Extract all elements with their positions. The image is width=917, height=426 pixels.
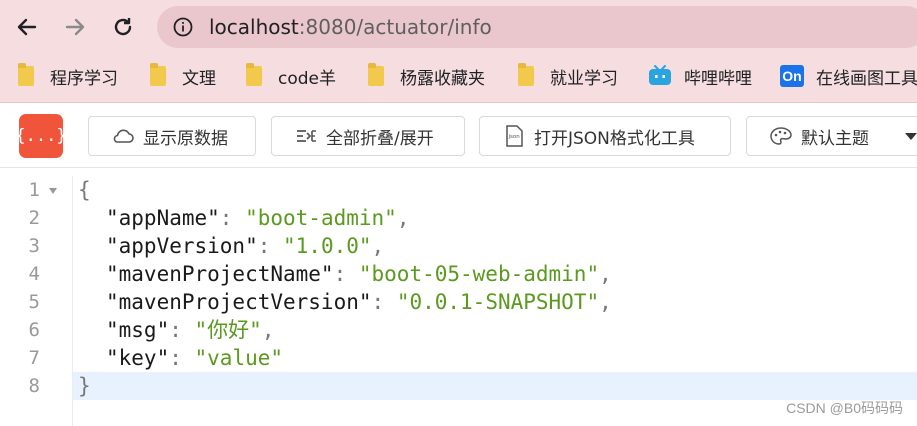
json-value: "boot-05-web-admin" [358, 262, 600, 286]
theme-select[interactable]: 默认主题 [746, 116, 917, 156]
bookmark-item[interactable]: 程序学习 [18, 62, 118, 90]
bookmark-label: code羊 [278, 68, 336, 89]
back-icon[interactable] [10, 10, 44, 44]
line-number: 1 [28, 179, 40, 201]
cloud-icon [111, 126, 135, 146]
line-number-gutter: 1 2 3 4 5 6 7 8 [0, 176, 73, 426]
json-entry: "mavenProjectName": "boot-05-web-admin", [106, 262, 612, 286]
collapse-expand-label: 全部折叠/展开 [326, 128, 434, 149]
collapse-expand-button[interactable]: 全部折叠/展开 [271, 116, 465, 156]
address-bar[interactable]: localhost:8080/actuator/info [157, 6, 917, 48]
json-value: "value" [194, 346, 284, 370]
bookmark-item[interactable]: 哔哩哔哩 [648, 62, 752, 90]
collapse-icon [294, 126, 318, 146]
url-host: localhost [209, 15, 299, 39]
theme-label: 默认主题 [801, 128, 869, 149]
bookmark-label: 杨露收藏夹 [400, 68, 485, 89]
folder-icon [518, 63, 534, 86]
line-number: 6 [28, 319, 40, 341]
bookmark-item[interactable]: On 在线画图工具 [780, 62, 917, 90]
json-entry: "appName": "boot-admin", [106, 206, 410, 230]
chevron-down-icon [905, 133, 917, 140]
json-open-brace: { [78, 178, 91, 202]
json-close-brace: } [78, 374, 91, 398]
browser-chrome: localhost:8080/actuator/info 程序学习 文理 cod… [0, 0, 917, 103]
open-json-tool-button[interactable]: json 打开JSON格式化工具 [479, 116, 731, 156]
line-number: 5 [28, 291, 40, 313]
bilibili-icon [648, 65, 672, 87]
json-entry: "appVersion": "1.0.0", [106, 234, 385, 258]
bookmark-item[interactable]: 杨露收藏夹 [368, 62, 485, 90]
json-value: "0.0.1-SNAPSHOT" [396, 290, 600, 314]
folder-icon [150, 63, 166, 86]
show-raw-button[interactable]: 显示原数据 [88, 116, 256, 156]
reload-icon[interactable] [106, 10, 140, 44]
line-number: 3 [28, 235, 40, 257]
json-entry: "msg": "你好", [106, 318, 275, 342]
json-key: "mavenProjectVersion" [106, 290, 372, 314]
json-code-view[interactable]: 1 2 3 4 5 6 7 8 { "appName": "boot-admin… [0, 176, 917, 426]
bookmark-item[interactable]: 文理 [150, 62, 216, 90]
url-text[interactable]: localhost:8080/actuator/info [209, 14, 492, 40]
json-entry: "key": "value" [106, 346, 284, 370]
json-key: "msg" [106, 318, 170, 342]
palette-icon [769, 126, 793, 146]
json-key: "key" [106, 346, 170, 370]
bookmark-label: 就业学习 [550, 68, 618, 89]
forward-icon[interactable] [58, 10, 92, 44]
line-number: 8 [28, 375, 40, 397]
svg-text:json: json [508, 134, 521, 140]
json-key: "appVersion" [106, 234, 258, 258]
url-path: :8080/actuator/info [298, 15, 492, 39]
line-number: 4 [28, 263, 40, 285]
bookmarks-bar: 程序学习 文理 code羊 杨露收藏夹 就业学习 哔哩哔哩 On 在线画图工具 [0, 58, 917, 94]
active-line-highlight [73, 372, 917, 400]
fold-arrow-icon[interactable] [49, 188, 57, 194]
bookmark-label: 文理 [182, 68, 216, 89]
bookmark-item[interactable]: 就业学习 [518, 62, 618, 90]
json-key: "appName" [106, 206, 220, 230]
json-viewer-logo: {...} [15, 114, 67, 158]
open-json-tool-label: 打开JSON格式化工具 [534, 128, 695, 149]
folder-icon [18, 63, 34, 86]
json-file-icon: json [502, 125, 526, 147]
bookmark-label: 在线画图工具 [816, 68, 917, 89]
show-raw-label: 显示原数据 [143, 128, 228, 149]
bookmark-label: 程序学习 [50, 68, 118, 89]
site-info-icon[interactable] [173, 17, 193, 37]
watermark: CSDN @B0码码码 [786, 400, 903, 416]
line-number: 7 [28, 347, 40, 369]
online-draw-icon: On [780, 65, 804, 87]
json-value: "1.0.0" [283, 234, 372, 258]
bookmark-item[interactable]: code羊 [246, 62, 336, 90]
json-key: "mavenProjectName" [106, 262, 334, 286]
json-value: "boot-admin" [245, 206, 397, 230]
folder-icon [368, 63, 384, 86]
json-viewer-toolbar: {...} 显示原数据 全部折叠/展开 json 打开JSON格式化工具 默认主… [0, 103, 917, 168]
json-entry: "mavenProjectVersion": "0.0.1-SNAPSHOT", [106, 290, 612, 314]
bookmark-label: 哔哩哔哩 [684, 68, 752, 89]
json-value: "你好" [194, 318, 262, 342]
folder-icon [246, 63, 262, 86]
line-number: 2 [28, 207, 40, 229]
